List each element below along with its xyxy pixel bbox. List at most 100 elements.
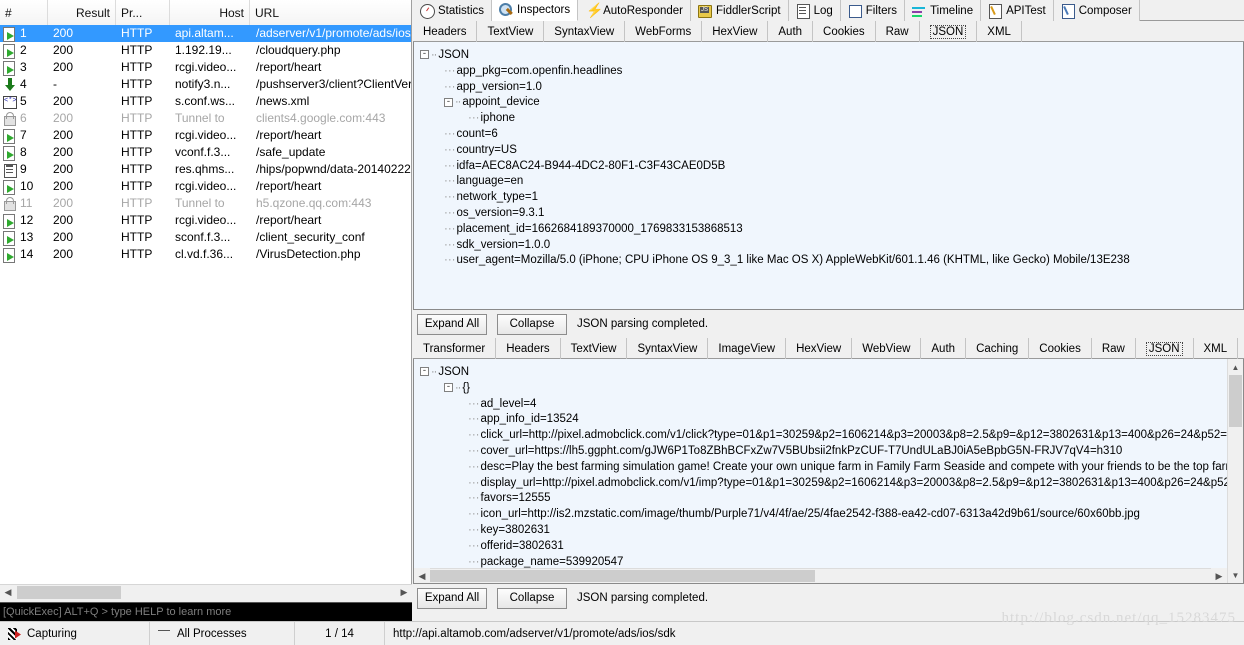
response-tree-node[interactable]: ···favors=12555 [418, 491, 1225, 507]
scrollbar-thumb[interactable] [17, 586, 121, 599]
response-tab-headers[interactable]: Headers [496, 338, 561, 359]
session-row[interactable]: 12 200 HTTP rcgi.video... /report/heart [0, 212, 411, 229]
response-tree-node[interactable]: ···click_url=http://pixel.admobclick.com… [418, 428, 1241, 444]
request-tree-node[interactable]: ···iphone [418, 111, 1239, 127]
session-row[interactable]: 14 200 HTTP cl.vd.f.36... /VirusDetection.ph… [0, 246, 411, 263]
request-inspector-tabs[interactable]: Headers TextView SyntaxView WebForms HexView… [413, 21, 1244, 42]
response-tree-node[interactable]: ···display_url=http://pixel.admobclick.c… [418, 476, 1243, 492]
session-row[interactable]: 7 200 HTTP rcgi.video... /report/heart [0, 127, 411, 144]
toolbar-tab-inspectors[interactable]: Inspectors [492, 0, 579, 21]
response-expand-all-button[interactable]: Expand All [417, 587, 487, 609]
request-tab-cookies[interactable]: Cookies [813, 21, 876, 42]
response-tree-node[interactable]: - ·· JSON [418, 365, 1225, 381]
response-tree-node[interactable]: ···app_info_id=13524 [418, 412, 1225, 428]
session-row[interactable]: 3 200 HTTP rcgi.video... /report/heart [0, 59, 411, 76]
request-tab-json[interactable]: JSON [920, 21, 978, 42]
response-tab-syntaxview[interactable]: SyntaxView [627, 338, 709, 359]
request-collapse-button[interactable]: Collapse [497, 313, 567, 335]
request-tree-node[interactable]: - ·· appoint_device [418, 95, 1239, 111]
toolbar-tab-apitest[interactable]: APITest [981, 0, 1054, 21]
response-tree-node[interactable]: ···cover_url=https://lh5.ggpht.com/gJW6P… [418, 444, 1225, 460]
session-row[interactable]: 1 200 HTTP api.altam... /adserver/v1/promote… [0, 25, 411, 42]
scrollbar-thumb[interactable] [1229, 375, 1242, 427]
request-tree-node[interactable]: ···app_version=1.0 [418, 80, 1239, 96]
request-tree-node[interactable]: ···country=US [418, 143, 1239, 159]
response-json-tree[interactable]: - ·· JSON - ··{} ···ad_level=4 ···app_info_id=… [414, 359, 1243, 583]
response-tree-node[interactable]: ···key=3802631 [418, 523, 1225, 539]
toolbar-tab-statistics[interactable]: Statistics [413, 0, 493, 21]
column-header-result[interactable]: Result [48, 0, 116, 25]
response-tab-json[interactable]: JSON [1136, 338, 1194, 359]
response-tab-auth[interactable]: Auth [921, 338, 967, 359]
scroll-down-icon[interactable]: ▼ [1228, 567, 1244, 583]
request-tab-auth[interactable]: Auth [768, 21, 814, 42]
tree-expander-icon[interactable]: - [420, 367, 429, 377]
request-tab-headers[interactable]: Headers [413, 21, 478, 42]
status-process-filter[interactable]: All Processes [150, 621, 295, 645]
request-tab-textview[interactable]: TextView [477, 21, 545, 42]
main-toolbar[interactable]: Statistics Inspectors AutoResponder Fiddler… [413, 0, 1244, 21]
request-json-tree[interactable]: - ·· JSON ···app_pkg=com.openfin.headlines ·… [414, 42, 1243, 275]
response-tab-webview[interactable]: WebView [852, 338, 922, 359]
scroll-right-icon[interactable]: ▶ [396, 584, 412, 601]
scroll-left-icon[interactable]: ◀ [414, 568, 430, 583]
session-row[interactable]: 13 200 HTTP sconf.f.3... /client_security_co… [0, 229, 411, 246]
session-row[interactable]: 5 200 HTTP s.conf.ws... /news.xml [0, 93, 411, 110]
response-json-view[interactable]: - ·· JSON - ··{} ···ad_level=4 ···app_info_id=… [413, 359, 1244, 584]
response-tab-transformer[interactable]: Transformer [413, 338, 497, 359]
toolbar-tab-fiddlerscript[interactable]: FiddlerScript [691, 0, 789, 21]
response-vertical-scrollbar[interactable]: ▲ ▼ [1227, 359, 1243, 583]
response-tree-node[interactable]: - ··{} [418, 381, 1225, 397]
request-tree-node[interactable]: ···placement_id=1662684189370000_1769833… [418, 222, 1239, 238]
column-header-host[interactable]: Host [170, 0, 250, 25]
scrollbar-thumb[interactable] [430, 570, 815, 582]
session-row[interactable]: 10 200 HTTP rcgi.video... /report/heart [0, 178, 411, 195]
response-tree-node[interactable]: ···icon_url=http://is2.mzstatic.com/imag… [418, 507, 1225, 523]
request-tree-node[interactable]: ···app_pkg=com.openfin.headlines [418, 64, 1239, 80]
tree-expander-icon[interactable]: - [444, 97, 453, 107]
response-tab-cookies[interactable]: Cookies [1029, 338, 1092, 359]
request-tree-node[interactable]: ···language=en [418, 174, 1239, 190]
response-tree-node[interactable]: ···desc=Play the best farming simulation… [418, 460, 1243, 476]
session-row[interactable]: 2 200 HTTP 1.192.19... /cloudquery.php [0, 42, 411, 59]
tree-expander-icon[interactable]: - [420, 50, 429, 60]
request-tab-syntaxview[interactable]: SyntaxView [544, 21, 626, 42]
toolbar-tab-autoresponder[interactable]: AutoResponder [578, 0, 691, 21]
tree-expander-icon[interactable]: - [444, 383, 453, 393]
request-tree-node[interactable]: ···os_version=9.3.1 [418, 206, 1239, 222]
column-header-url[interactable]: URL [250, 0, 411, 25]
column-header-protocol[interactable]: Pr... [116, 0, 170, 25]
scroll-left-icon[interactable]: ◀ [0, 584, 16, 601]
session-row[interactable]: 6 200 HTTP Tunnel to clients4.google.com:443 [0, 110, 411, 127]
request-tree-node[interactable]: ···sdk_version=1.0.0 [418, 238, 1239, 254]
scroll-right-icon[interactable]: ▶ [1211, 568, 1227, 583]
response-tree-node[interactable]: ···ad_level=4 [418, 397, 1225, 413]
request-tab-webforms[interactable]: WebForms [625, 21, 703, 42]
request-json-view[interactable]: - ·· JSON ···app_pkg=com.openfin.headlines ·… [413, 42, 1244, 310]
toolbar-tab-filters[interactable]: Filters [840, 0, 906, 21]
toolbar-tab-composer[interactable]: Composer [1053, 0, 1140, 21]
response-tab-raw[interactable]: Raw [1092, 338, 1136, 359]
response-collapse-button[interactable]: Collapse [497, 587, 567, 609]
request-tree-node[interactable]: ···network_type=1 [418, 190, 1239, 206]
request-tab-xml[interactable]: XML [977, 21, 1022, 42]
response-tab-textview[interactable]: TextView [561, 338, 628, 359]
response-horizontal-scrollbar[interactable]: ◀ ▶ [414, 568, 1227, 583]
toolbar-tab-timeline[interactable]: Timeline [905, 0, 982, 21]
request-tree-node[interactable]: ···count=6 [418, 127, 1239, 143]
request-tree-node[interactable]: ···idfa=AEC8AC24-B944-4DC2-80F1-C3F43CAE… [418, 159, 1239, 175]
session-row[interactable]: 4 - HTTP notify3.n... /pushserver3/client?Cl… [0, 76, 411, 93]
session-row[interactable]: 11 200 HTTP Tunnel to h5.qzone.qq.com:443 [0, 195, 411, 212]
request-tree-node[interactable]: ···user_agent=Mozilla/5.0 (iPhone; CPU i… [418, 253, 1239, 269]
response-tab-xml[interactable]: XML [1194, 338, 1239, 359]
status-capturing[interactable]: Capturing [0, 621, 150, 645]
request-tree-node[interactable]: - ·· JSON [418, 48, 1239, 64]
request-expand-all-button[interactable]: Expand All [417, 313, 487, 335]
scroll-up-icon[interactable]: ▲ [1228, 359, 1244, 375]
response-tree-node[interactable]: ···offerid=3802631 [418, 539, 1225, 555]
session-row[interactable]: 8 200 HTTP vconf.f.3... /safe_update [0, 144, 411, 161]
session-row[interactable]: 9 200 HTTP res.qhms... /hips/popwnd/data-201… [0, 161, 411, 178]
request-tab-hexview[interactable]: HexView [702, 21, 769, 42]
response-tab-caching[interactable]: Caching [966, 338, 1030, 359]
session-list-rows[interactable]: 1 200 HTTP api.altam... /adserver/v1/promote… [0, 25, 411, 600]
